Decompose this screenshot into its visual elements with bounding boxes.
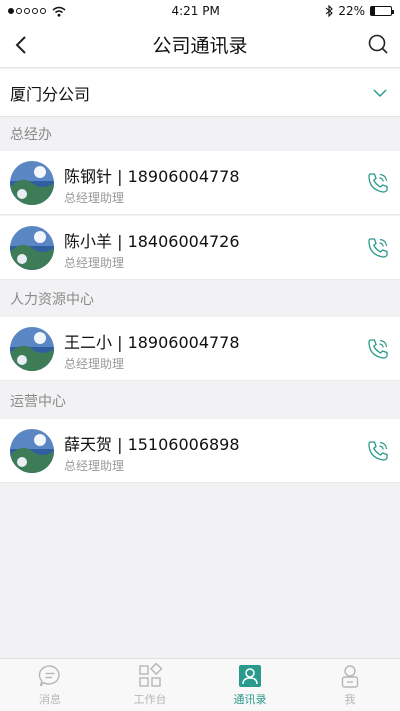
back-icon[interactable] [8, 31, 36, 59]
page-title: 公司通讯录 [152, 35, 248, 57]
contact-name-phone: 薛天贺 | 15106006898 [64, 435, 240, 454]
avatar [10, 226, 54, 270]
section-header: 运营中心 [0, 384, 400, 418]
tab-label: 消息 [39, 693, 61, 706]
wifi-icon [52, 6, 66, 17]
contact-row[interactable]: 陈小羊 | 18406004726 总经理助理 [0, 216, 400, 280]
tab-messages[interactable]: 消息 [0, 659, 100, 711]
contact-name-phone: 陈小羊 | 18406004726 [64, 232, 240, 251]
tab-bar: 消息 工作台 通讯录 我 [0, 658, 400, 711]
phone-icon[interactable] [366, 439, 390, 463]
nav-bar: 公司通讯录 [0, 22, 400, 68]
contact-name-phone: 陈钢针 | 18906004778 [64, 167, 240, 186]
tab-label: 我 [344, 693, 356, 706]
status-left [8, 6, 66, 17]
bluetooth-icon [325, 5, 334, 17]
chevron-down-icon [373, 89, 387, 98]
battery-icon [370, 6, 394, 16]
tab-label: 工作台 [133, 693, 167, 706]
company-selector[interactable]: 厦门分公司 [0, 69, 400, 117]
contact-role: 总经理助理 [64, 256, 125, 270]
search-icon[interactable] [366, 32, 390, 56]
battery-level [371, 7, 376, 15]
apps-icon [139, 663, 163, 687]
avatar [10, 327, 54, 371]
status-bar: 4:21 PM 22% [0, 0, 400, 22]
chat-icon [38, 665, 60, 687]
avatar [10, 161, 54, 205]
tab-me[interactable]: 我 [300, 659, 400, 711]
tab-workbench[interactable]: 工作台 [100, 659, 200, 711]
contact-row[interactable]: 薛天贺 | 15106006898 总经理助理 [0, 419, 400, 483]
avatar [10, 429, 54, 473]
contact-row[interactable]: 王二小 | 18906004778 总经理助理 [0, 317, 400, 381]
contact-row[interactable]: 陈钢针 | 18906004778 总经理助理 [0, 151, 400, 215]
contact-role: 总经理助理 [64, 357, 125, 371]
phone-icon[interactable] [366, 337, 390, 361]
battery-percent: 22% [338, 4, 365, 18]
contact-role: 总经理助理 [64, 459, 125, 473]
profile-icon [341, 665, 359, 688]
company-name: 厦门分公司 [10, 84, 91, 104]
phone-icon[interactable] [366, 171, 390, 195]
section-header: 人力资源中心 [0, 282, 400, 316]
status-time: 4:21 PM [171, 4, 220, 18]
signal-strength-icon [8, 8, 46, 14]
phone-icon[interactable] [366, 236, 390, 260]
tab-label: 通讯录 [233, 693, 267, 706]
contact-role: 总经理助理 [64, 191, 125, 205]
tab-contacts[interactable]: 通讯录 [200, 659, 300, 711]
contacts-icon [239, 665, 261, 687]
section-header: 总经办 [0, 117, 400, 151]
status-right: 22% [325, 4, 394, 18]
contact-name-phone: 王二小 | 18906004778 [64, 333, 240, 352]
